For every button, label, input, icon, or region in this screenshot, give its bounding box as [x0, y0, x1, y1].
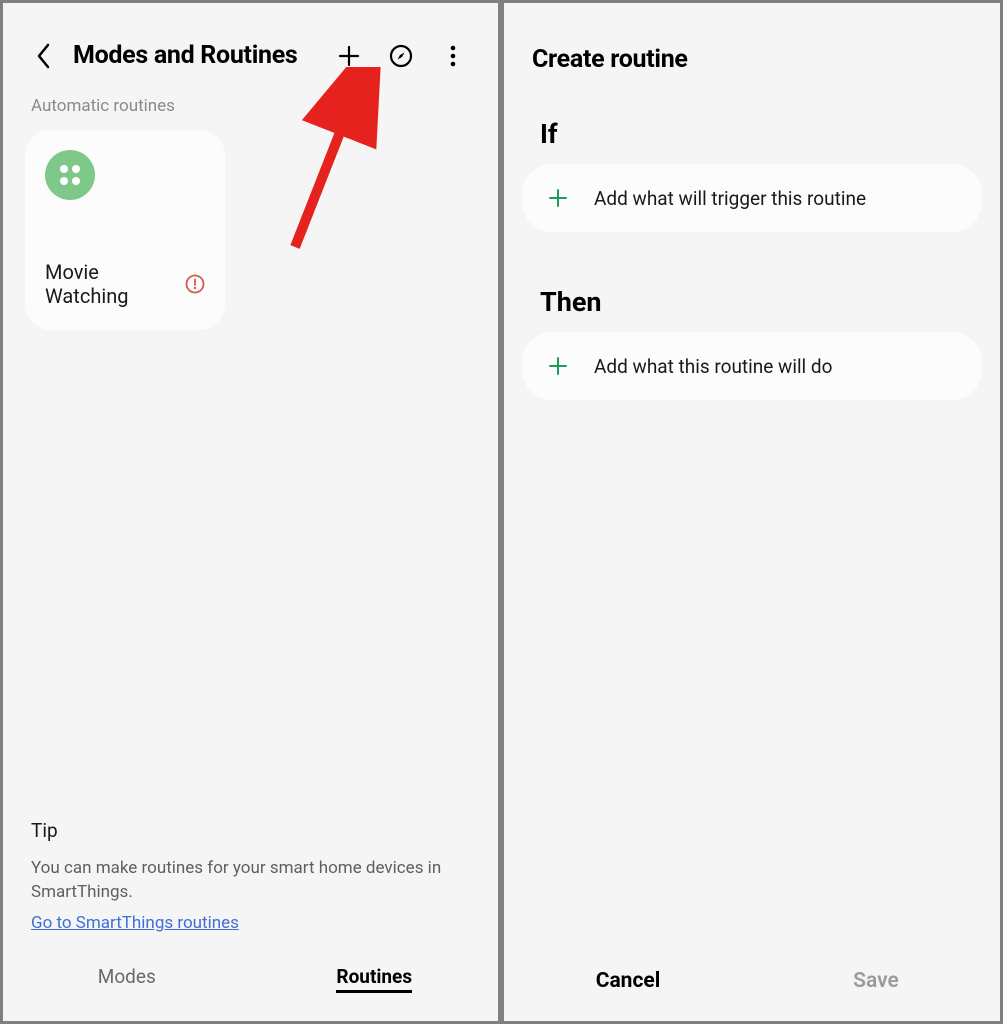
create-routine-title: Create routine	[504, 3, 1000, 100]
tip-block: Tip You can make routines for your smart…	[3, 819, 498, 947]
tab-routines[interactable]: Routines	[251, 965, 499, 993]
section-label: Automatic routines	[3, 90, 498, 130]
save-button[interactable]: Save	[752, 969, 1000, 993]
if-heading: If	[504, 100, 1000, 164]
routines-list-screen: Modes and Routines Automatic routines Mo…	[0, 0, 501, 1024]
alert-icon	[185, 274, 205, 294]
create-routine-footer: Cancel Save	[504, 949, 1000, 1021]
smartthings-link[interactable]: Go to SmartThings routines	[31, 913, 239, 933]
create-routine-screen: Create routine If Add what will trigger …	[501, 0, 1003, 1024]
routine-card[interactable]: Movie Watching	[25, 130, 225, 330]
add-action-label: Add what this routine will do	[594, 355, 832, 378]
compass-icon[interactable]	[388, 43, 414, 69]
add-action-button[interactable]: Add what this routine will do	[522, 332, 982, 400]
page-title: Modes and Routines	[73, 41, 297, 70]
header-actions	[336, 43, 466, 69]
add-trigger-button[interactable]: Add what will trigger this routine	[522, 164, 982, 232]
then-heading: Then	[504, 268, 1000, 332]
back-icon[interactable]	[31, 43, 57, 69]
add-trigger-label: Add what will trigger this routine	[594, 187, 866, 210]
add-icon[interactable]	[336, 43, 362, 69]
bottom-tabs: Modes Routines	[3, 947, 498, 1021]
more-icon[interactable]	[440, 43, 466, 69]
cancel-button[interactable]: Cancel	[504, 969, 752, 993]
routine-name: Movie Watching	[45, 260, 177, 308]
routine-badge-icon	[45, 150, 95, 200]
header: Modes and Routines	[3, 3, 498, 90]
plus-icon	[546, 186, 570, 210]
routine-name-row: Movie Watching	[45, 260, 205, 308]
plus-icon	[546, 354, 570, 378]
tip-heading: Tip	[31, 819, 470, 842]
tab-modes[interactable]: Modes	[3, 965, 251, 993]
tip-body: You can make routines for your smart hom…	[31, 856, 470, 905]
